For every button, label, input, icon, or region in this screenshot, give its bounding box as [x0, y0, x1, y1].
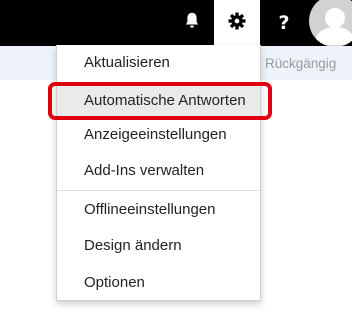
- menu-item-automatic-replies[interactable]: Automatische Antworten: [57, 83, 260, 119]
- menu-item-offline-settings[interactable]: Offlineeinstellungen: [57, 192, 260, 228]
- question-icon: ?: [278, 11, 290, 34]
- settings-menu: Aktualisieren Automatische Antworten Anz…: [56, 45, 261, 301]
- menu-item-options[interactable]: Optionen: [57, 265, 260, 301]
- menu-item-manage-add-ins[interactable]: Add-Ins verwalten: [57, 153, 260, 189]
- menu-item-change-theme[interactable]: Design ändern: [57, 228, 260, 264]
- top-navigation-bar: ?: [0, 0, 352, 47]
- bell-icon: [185, 12, 199, 34]
- gear-icon: [228, 12, 246, 35]
- undo-button[interactable]: Rückgängig: [265, 56, 336, 71]
- help-button[interactable]: ?: [262, 0, 306, 46]
- menu-item-refresh[interactable]: Aktualisieren: [57, 45, 260, 81]
- account-avatar-button[interactable]: [309, 0, 352, 47]
- notifications-button[interactable]: [170, 0, 214, 46]
- menu-divider: [57, 190, 260, 191]
- menu-item-display-settings[interactable]: Anzeigeeinstellungen: [57, 117, 260, 153]
- settings-button[interactable]: [214, 0, 260, 46]
